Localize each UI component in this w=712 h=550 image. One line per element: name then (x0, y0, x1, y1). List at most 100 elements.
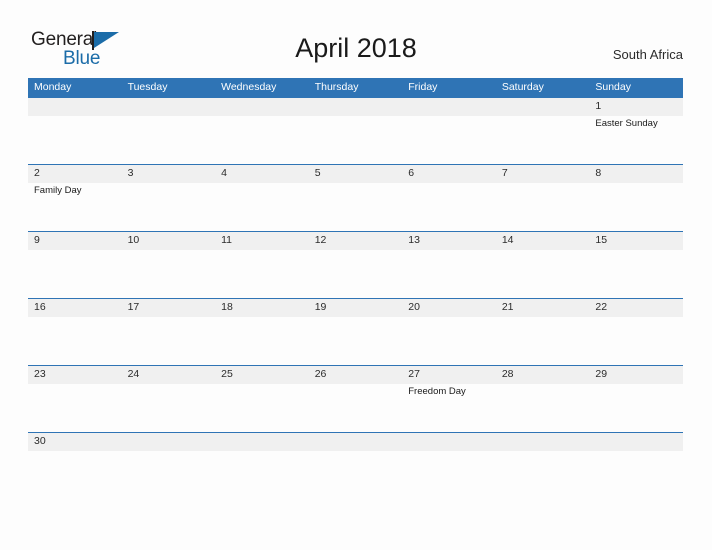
day-event: Family Day (34, 185, 82, 196)
day-cell[interactable]: 30 (28, 433, 122, 458)
day-number (502, 98, 590, 116)
day-cell[interactable] (402, 433, 496, 458)
day-number: 16 (34, 301, 46, 313)
day-cell[interactable]: 7 (496, 165, 590, 231)
day-cell[interactable]: 27 Freedom Day (402, 366, 496, 432)
calendar-page: General Blue April 2018 South Africa Mon… (0, 0, 712, 550)
day-cell[interactable]: 26 (309, 366, 403, 432)
day-number (128, 433, 216, 451)
day-cell[interactable]: 20 (402, 299, 496, 365)
day-number (221, 433, 309, 451)
day-cell[interactable]: 25 (215, 366, 309, 432)
day-cell[interactable]: 22 (589, 299, 683, 365)
day-number: 11 (221, 234, 233, 246)
day-number: 3 (127, 167, 134, 179)
day-number: 2 (34, 167, 40, 179)
day-cell[interactable] (496, 433, 590, 458)
day-number: 27 (408, 368, 420, 380)
day-number (128, 98, 216, 116)
day-cell[interactable]: 12 (309, 232, 403, 298)
day-number (315, 98, 403, 116)
day-cell[interactable]: 16 (28, 299, 122, 365)
day-number: 1 (595, 100, 602, 112)
day-number: 18 (221, 301, 233, 313)
calendar-week-row: 2 Family Day 3 4 5 6 7 8 (28, 164, 683, 231)
calendar-week-row: 16 17 18 19 20 21 22 (28, 298, 683, 365)
day-number: 9 (34, 234, 40, 246)
day-cell[interactable]: 28 (496, 366, 590, 432)
day-cell[interactable] (496, 98, 590, 164)
day-cell[interactable] (309, 98, 403, 164)
day-cell[interactable] (215, 98, 309, 164)
day-number (221, 98, 309, 116)
day-number: 6 (408, 167, 415, 179)
calendar-grid: Monday Tuesday Wednesday Thursday Friday… (28, 78, 683, 458)
day-cell[interactable]: 11 (215, 232, 309, 298)
page-header: General Blue April 2018 South Africa (0, 0, 712, 78)
day-number: 15 (595, 234, 608, 246)
day-cell[interactable]: 2 Family Day (28, 165, 122, 231)
weekday-header-wednesday: Wednesday (221, 81, 277, 93)
day-event: Freedom Day (408, 386, 466, 397)
day-cell[interactable]: 19 (309, 299, 403, 365)
day-number (315, 433, 403, 451)
day-cell[interactable] (402, 98, 496, 164)
day-number: 13 (408, 234, 420, 246)
day-cell[interactable] (215, 433, 309, 458)
day-cell[interactable]: 24 (122, 366, 216, 432)
day-number: 26 (314, 368, 327, 380)
day-cell[interactable]: 18 (215, 299, 309, 365)
weekday-header-row: Monday Tuesday Wednesday Thursday Friday… (28, 78, 683, 97)
day-cell[interactable]: 6 (402, 165, 496, 231)
weekday-header-saturday: Saturday (501, 81, 544, 93)
day-number (408, 98, 496, 116)
day-number: 28 (501, 368, 514, 380)
day-cell[interactable]: 3 (122, 165, 216, 231)
day-cell[interactable] (122, 433, 216, 458)
weekday-header-tuesday: Tuesday (127, 81, 168, 93)
day-number: 14 (501, 234, 514, 246)
day-number: 22 (595, 301, 608, 313)
day-number: 10 (127, 234, 140, 246)
day-cell[interactable]: 15 (589, 232, 683, 298)
day-number: 19 (314, 301, 327, 313)
day-number (502, 433, 590, 451)
day-number: 7 (501, 167, 508, 179)
day-cell[interactable]: 4 (215, 165, 309, 231)
day-number (408, 433, 496, 451)
day-number (595, 433, 683, 451)
day-cell[interactable] (589, 433, 683, 458)
day-number: 30 (34, 435, 46, 447)
day-cell[interactable]: 10 (122, 232, 216, 298)
day-cell[interactable]: 21 (496, 299, 590, 365)
calendar-week-row: 30 (28, 432, 683, 458)
country-label: South Africa (612, 47, 683, 62)
day-cell[interactable]: 23 (28, 366, 122, 432)
day-cell[interactable]: 13 (402, 232, 496, 298)
day-cell[interactable]: 14 (496, 232, 590, 298)
day-event: Easter Sunday (595, 118, 658, 129)
day-number: 24 (127, 368, 140, 380)
weekday-header-friday: Friday (408, 81, 438, 93)
day-number: 12 (314, 234, 327, 246)
day-number: 25 (221, 368, 233, 380)
day-cell[interactable]: 5 (309, 165, 403, 231)
day-cell[interactable]: 17 (122, 299, 216, 365)
day-number: 23 (34, 368, 46, 380)
day-number: 4 (221, 167, 227, 179)
weekday-header-thursday: Thursday (314, 81, 359, 93)
day-cell[interactable]: 8 (589, 165, 683, 231)
day-cell[interactable] (28, 98, 122, 164)
day-number: 17 (127, 301, 140, 313)
day-cell[interactable]: 29 (589, 366, 683, 432)
day-number: 29 (595, 368, 608, 380)
calendar-week-row: 9 10 11 12 13 14 15 (28, 231, 683, 298)
day-cell[interactable]: 1 Easter Sunday (589, 98, 683, 164)
day-cell[interactable] (122, 98, 216, 164)
day-cell[interactable] (309, 433, 403, 458)
day-number (34, 98, 122, 116)
day-number: 8 (595, 167, 602, 179)
weekday-header-sunday: Sunday (595, 81, 631, 93)
day-cell[interactable]: 9 (28, 232, 122, 298)
calendar-week-row: 23 24 25 26 27 Freedom Day 28 29 (28, 365, 683, 432)
